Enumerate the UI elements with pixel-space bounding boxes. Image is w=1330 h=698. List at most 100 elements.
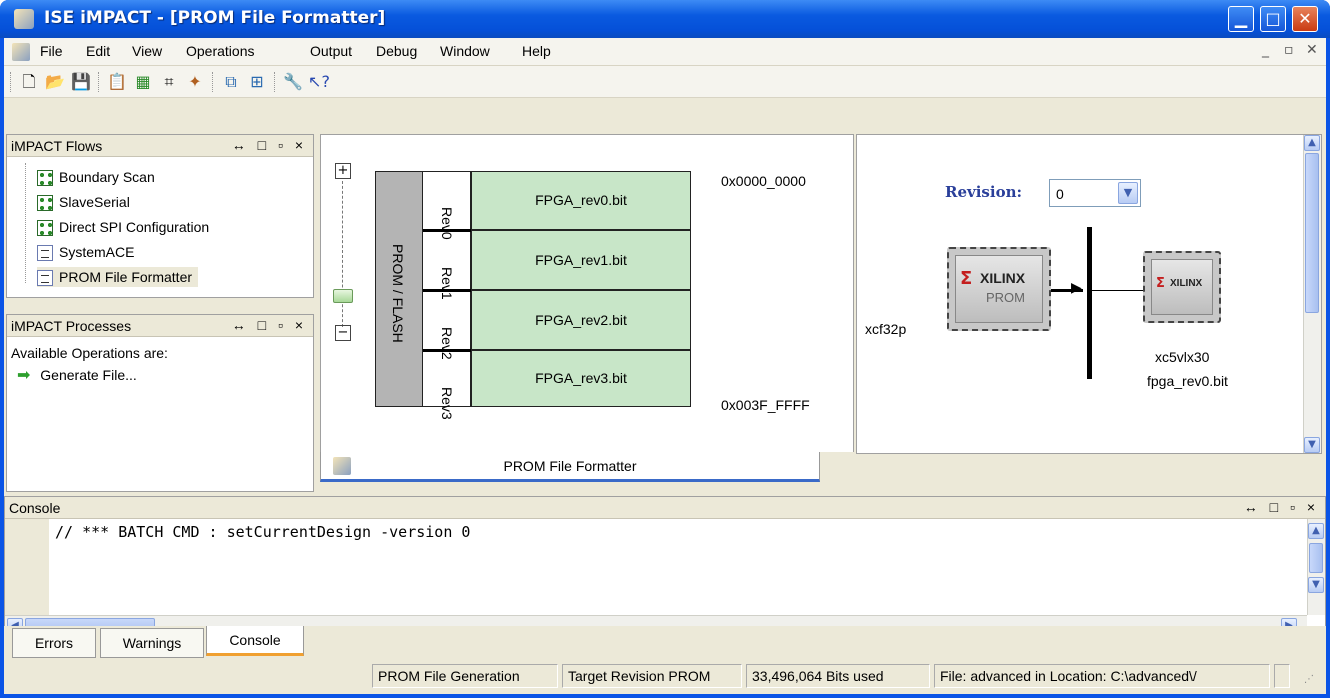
operation-label: Generate File... — [40, 367, 137, 383]
flow-label: Direct SPI Configuration — [59, 219, 210, 235]
jtag-bus-line — [1087, 227, 1092, 379]
menu-view[interactable]: View — [132, 43, 162, 59]
zoom-in-button[interactable]: + — [335, 163, 351, 179]
grid-icon[interactable]: ▦ — [132, 72, 154, 92]
flow-direct-spi[interactable]: Direct SPI Configuration — [37, 217, 209, 237]
maximize-button[interactable]: □ — [1260, 6, 1286, 32]
revision-label: Rev2 — [439, 327, 455, 360]
zoom-slider-thumb[interactable] — [333, 289, 353, 303]
menu-operations[interactable]: Operations — [186, 43, 254, 59]
tile-windows-icon[interactable]: ⊞ — [246, 72, 268, 92]
app-window: ISE iMPACT - [PROM File Formatter] ▁ □ ✕… — [0, 0, 1330, 698]
tab-errors[interactable]: Errors — [12, 628, 96, 658]
fpga-chip[interactable]: Σ XILINX — [1143, 251, 1221, 323]
title-bar[interactable]: ISE iMPACT - [PROM File Formatter] ▁ □ ✕ — [0, 0, 1330, 38]
menu-window[interactable]: Window — [440, 43, 490, 59]
prom-device-name: xcf32p — [865, 321, 907, 337]
wand-icon[interactable]: ✦ — [184, 72, 206, 92]
toolbar-grip — [10, 72, 12, 92]
xilinx-logo-icon: Σ — [960, 268, 973, 289]
scroll-down-icon[interactable]: ▼ — [1304, 437, 1320, 453]
status-target: Target Revision PROM — [562, 664, 742, 688]
grid-icon — [37, 195, 53, 212]
status-file: File: advanced in Location: C:\advanced\… — [934, 664, 1270, 688]
console-header: Console ↔ □ ▫ × — [5, 497, 1325, 519]
mdi-restore-icon[interactable]: ▫ — [1284, 42, 1294, 58]
close-icon: ✕ — [1298, 9, 1312, 28]
menu-file[interactable]: File — [40, 43, 63, 59]
processes-panel: iMPACT Processes ↔ □ ▫ × Available Opera… — [6, 314, 314, 492]
minimize-button[interactable]: ▁ — [1228, 6, 1254, 32]
panel-controls[interactable]: ↔ □ ▫ × — [232, 137, 307, 153]
revision-file-cell[interactable]: FPGA_rev0.bit — [471, 171, 691, 230]
new-file-icon[interactable]: 🗋 — [18, 72, 40, 92]
mdi-minimize-icon[interactable]: _ — [1262, 42, 1269, 58]
doc-icon — [37, 270, 53, 287]
tab-warnings[interactable]: Warnings — [100, 628, 204, 658]
scroll-thumb[interactable] — [1309, 543, 1323, 573]
fpga-connector — [1092, 290, 1144, 291]
chevron-down-icon[interactable]: ▼ — [1118, 182, 1138, 204]
context-help-icon[interactable]: ↖? — [308, 72, 330, 92]
zoom-out-button[interactable]: − — [335, 325, 351, 341]
save-icon[interactable]: 💾 — [70, 72, 92, 92]
toolbar-separator — [212, 72, 214, 92]
device-view-scrollbar[interactable]: ▲ ▼ — [1303, 135, 1321, 453]
xilinx-logo-icon: Σ — [1156, 276, 1165, 291]
prom-chip-type: PROM — [986, 290, 1025, 305]
revision-label: Rev0 — [439, 207, 455, 240]
flow-label: SystemACE — [59, 244, 135, 260]
prom-chip[interactable]: Σ XILINX PROM — [947, 247, 1051, 331]
panel-controls[interactable]: ↔ □ ▫ × — [232, 317, 307, 333]
fpga-chip-brand: XILINX — [1170, 278, 1203, 289]
cascade-windows-icon[interactable]: ⧉ — [220, 72, 242, 92]
menu-debug[interactable]: Debug — [376, 43, 417, 59]
tab-label: PROM File Formatter — [503, 458, 637, 474]
revision-file-cell[interactable]: FPGA_rev2.bit — [471, 290, 691, 350]
console-title: Console — [9, 500, 61, 516]
menu-help[interactable]: Help — [522, 43, 551, 59]
client-area: File Edit View Operations Output Debug W… — [4, 38, 1326, 694]
menu-edit[interactable]: Edit — [86, 43, 110, 59]
mdi-close-icon[interactable]: ✕ — [1306, 42, 1318, 58]
status-bits: 33,496,064 Bits used — [746, 664, 930, 688]
flows-panel-title: iMPACT Flows — [11, 138, 103, 154]
chip-icon[interactable]: ⌗ — [158, 72, 180, 92]
tree-line — [25, 163, 26, 283]
arrow-right-icon: ▶ — [1071, 280, 1082, 296]
revision-file-cell[interactable]: FPGA_rev1.bit — [471, 230, 691, 290]
flow-slaveserial[interactable]: SlaveSerial — [37, 192, 130, 212]
generate-file-operation[interactable]: ➡ Generate File... — [17, 365, 137, 385]
prom-flash-label: PROM / FLASH — [390, 244, 406, 343]
panel-controls[interactable]: ↔ □ ▫ × — [1244, 499, 1319, 515]
resize-grip-icon[interactable]: ⋰ — [1304, 674, 1314, 685]
revision-select[interactable]: 0 ▼ — [1049, 179, 1141, 207]
revision-file-cell[interactable]: FPGA_rev3.bit — [471, 350, 691, 407]
prom-chip-body: Σ XILINX PROM — [955, 255, 1043, 323]
menu-output[interactable]: Output — [310, 43, 352, 59]
prom-chip-brand: XILINX — [980, 270, 1026, 286]
scroll-down-icon[interactable]: ▼ — [1308, 577, 1324, 593]
prom-column: PROM / FLASH — [375, 171, 423, 407]
window-title: ISE iMPACT - [PROM File Formatter] — [44, 8, 386, 28]
clipboard-icon[interactable]: 📋 — [106, 72, 128, 92]
console-vertical-scrollbar[interactable]: ▲ ▼ — [1307, 519, 1325, 615]
fpga-device-name: xc5vlx30 — [1155, 349, 1210, 365]
grid-icon — [37, 170, 53, 187]
document-icon[interactable] — [12, 43, 30, 61]
close-button[interactable]: ✕ — [1292, 6, 1318, 32]
scroll-thumb[interactable] — [1305, 153, 1319, 313]
grid-icon — [37, 220, 53, 237]
flow-label: PROM File Formatter — [59, 269, 193, 285]
tab-prom-file-formatter[interactable]: PROM File Formatter — [320, 452, 820, 482]
wrench-icon[interactable]: 🔧 — [282, 72, 304, 92]
green-arrow-icon: ➡ — [17, 367, 31, 384]
tab-console[interactable]: Console — [206, 626, 304, 656]
flow-boundary-scan[interactable]: Boundary Scan — [37, 167, 155, 187]
revision-label: Rev1 — [439, 267, 455, 300]
open-folder-icon[interactable]: 📂 — [44, 72, 66, 92]
scroll-up-icon[interactable]: ▲ — [1308, 523, 1324, 539]
flow-prom-file-formatter[interactable]: PROM File Formatter — [37, 267, 199, 287]
scroll-up-icon[interactable]: ▲ — [1304, 135, 1320, 151]
flow-systemace[interactable]: SystemACE — [37, 242, 134, 262]
